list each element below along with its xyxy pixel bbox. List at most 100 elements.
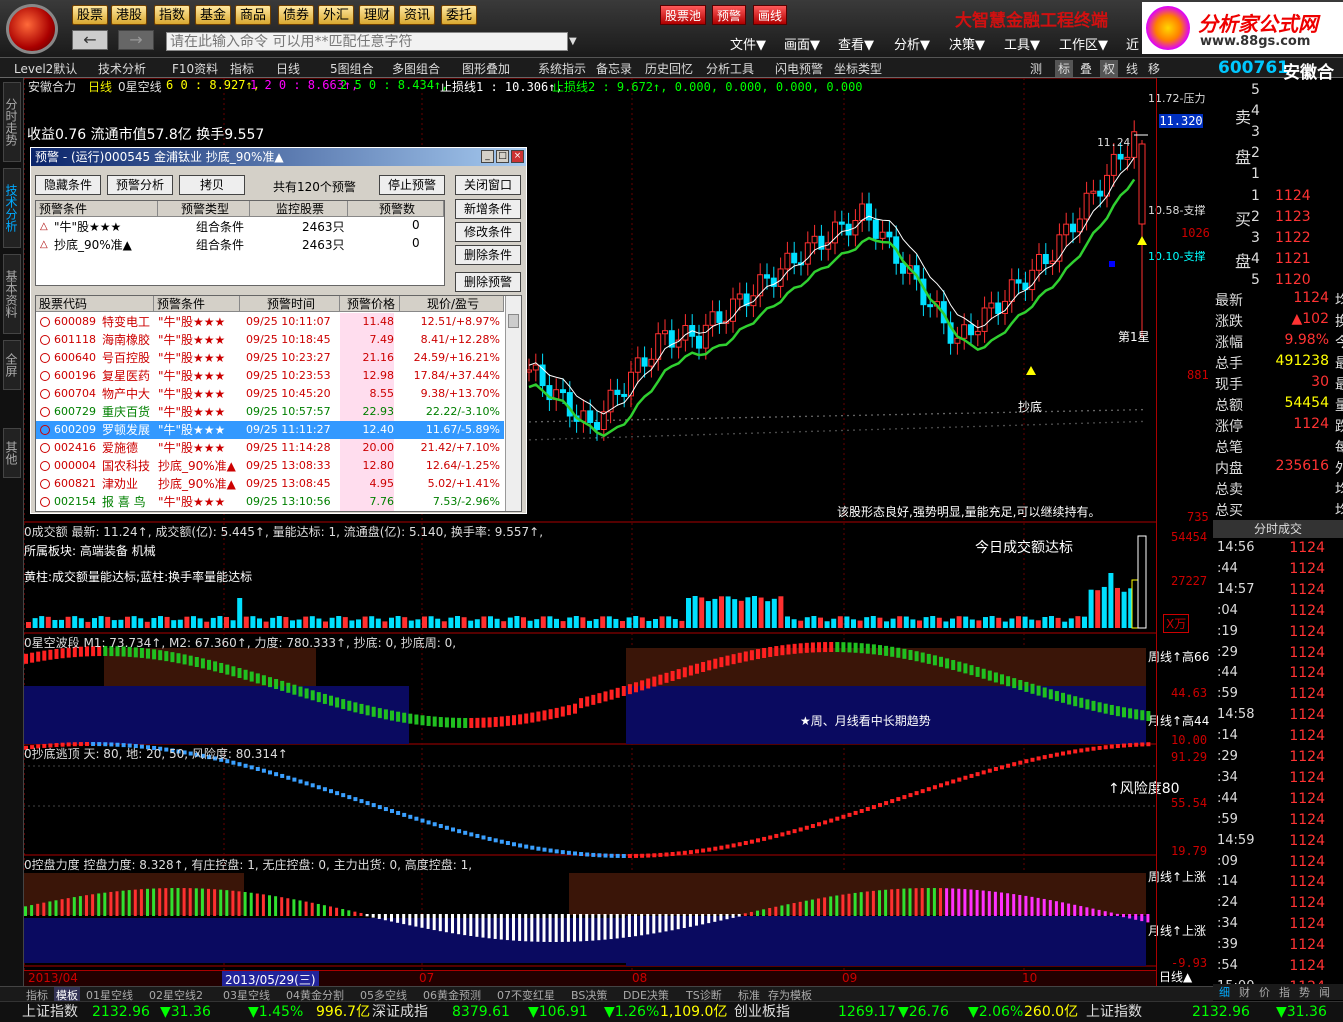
copy-button[interactable]: 拷贝 [179, 175, 245, 195]
toolbar-right[interactable]: 权 [1100, 60, 1119, 77]
tab-fundamentals[interactable]: 基本资料 [3, 254, 21, 334]
toolbar-flash[interactable]: 闪电预警 [775, 60, 823, 77]
forward-button[interactable]: → [118, 30, 154, 50]
alert-analysis-button[interactable]: 预警分析 [107, 175, 173, 195]
col-header[interactable]: 现价/盈亏 [400, 296, 504, 312]
tab-finance[interactable]: 财 [1239, 984, 1250, 1000]
col-header[interactable]: 预警数 [348, 201, 444, 217]
toolbar-stack[interactable]: 叠 [1080, 60, 1092, 77]
back-button[interactable]: ← [72, 30, 108, 50]
table-row[interactable]: 600704 物产中大 "牛"股★★★ 09/25 10:45:20 8.55 9.38/… [36, 385, 504, 403]
table-row[interactable]: 600196 复星医药 "牛"股★★★ 09/25 10:23:53 12.98 17.8… [36, 367, 504, 385]
toolbar-tools[interactable]: 分析工具 [706, 60, 754, 77]
tab-other[interactable]: 其他 [3, 428, 21, 478]
col-header[interactable]: 预警类型 [158, 201, 250, 217]
menu-recent[interactable]: 近 [1126, 34, 1139, 53]
alert-list[interactable]: 股票代码 预警条件 预警时间 预警价格 现价/盈亏 600089 特变电工 "牛"股… [35, 295, 522, 512]
menu-file[interactable]: 文件▼ [730, 34, 766, 53]
tab-technical[interactable]: 技术分析 [3, 168, 21, 248]
tab-price[interactable]: 价 [1259, 984, 1270, 1000]
table-row[interactable]: 002154 报 喜 鸟 "牛"股★★★ 09/25 13:10:56 7.76 7.53… [36, 493, 504, 511]
cy-index-name[interactable]: 创业板指 [734, 1002, 790, 1022]
app-logo[interactable] [6, 4, 58, 54]
stop-alert-button[interactable]: 停止预警 [379, 175, 445, 195]
delete-condition-button[interactable]: 删除条件 [455, 245, 521, 265]
menu-workspace[interactable]: 工作区▼ [1059, 34, 1108, 53]
table-row[interactable]: 000004 国农科技 抄底_90%准▲ 09/25 13:08:33 12.80 12.… [36, 457, 504, 475]
sz-index-name[interactable]: 深证成指 [372, 1002, 428, 1022]
toolbar-line[interactable]: 线 [1126, 60, 1138, 77]
col-header[interactable]: 预警条件 [154, 296, 240, 312]
toolbar-move[interactable]: 移 [1148, 60, 1160, 77]
col-header[interactable]: 预警时间 [240, 296, 340, 312]
table-row[interactable]: 002416 爱施德 "牛"股★★★ 09/25 11:14:28 20.00 21.42… [36, 439, 504, 457]
toolbar-history[interactable]: 历史回忆 [645, 60, 693, 77]
toolbar-5chart[interactable]: 5图组合 [330, 60, 374, 77]
table-row[interactable]: 601118 海南橡胶 "牛"股★★★ 09/25 10:18:45 7.49 8.41/… [36, 331, 504, 349]
minimize-icon[interactable]: _ [481, 150, 494, 163]
cycle-selector[interactable]: 日线▲ [1159, 968, 1192, 985]
alert-button[interactable]: 预警 [712, 5, 747, 25]
close-window-button[interactable]: 关闭窗口 [455, 175, 521, 195]
toolbar-multichart[interactable]: 多图组合 [392, 60, 440, 77]
nav-fund[interactable]: 基金 [195, 5, 232, 25]
condition-list[interactable]: 预警条件 预警类型 监控股票 预警数 △ "牛"股★★★ 组合条件 2463只 0 △ 抄底… [35, 200, 445, 286]
menu-view[interactable]: 画面▼ [784, 34, 820, 53]
hide-conditions-button[interactable]: 隐藏条件 [35, 175, 101, 195]
command-dropdown-icon[interactable]: ▼ [569, 32, 581, 51]
add-condition-button[interactable]: 新增条件 [455, 199, 521, 219]
col-header[interactable]: 监控股票 [250, 201, 348, 217]
command-input[interactable]: 请在此输入命令 可以用**匹配任意字符 [166, 32, 568, 51]
menu-tools[interactable]: 工具▼ [1004, 34, 1040, 53]
edit-condition-button[interactable]: 修改条件 [455, 222, 521, 242]
scrollbar[interactable] [505, 296, 521, 511]
toolbar-memo[interactable]: 备忘录 [596, 60, 632, 77]
toolbar-overlay[interactable]: 图形叠加 [462, 60, 510, 77]
delete-alert-button[interactable]: 删除预警 [455, 272, 521, 292]
tab-news[interactable]: 闻 [1319, 984, 1330, 1000]
nav-hk[interactable]: 港股 [111, 5, 148, 25]
col-header[interactable]: 预警条件 [36, 201, 158, 217]
tab-trend[interactable]: 势 [1299, 984, 1310, 1000]
toolbar-daily[interactable]: 日线 [276, 60, 300, 77]
nav-commodity[interactable]: 商品 [235, 5, 272, 25]
col-header[interactable]: 预警价格 [340, 296, 400, 312]
tab-fullscreen[interactable]: 全屏 [3, 340, 21, 390]
menu-decision[interactable]: 决策▼ [949, 34, 985, 53]
nav-news[interactable]: 资讯 [399, 5, 436, 25]
table-row[interactable]: 600821 津劝业 抄底_90%准▲ 09/25 13:08:45 4.95 5.02/… [36, 475, 504, 493]
toolbar-measure[interactable]: 测 [1030, 60, 1042, 77]
toolbar-tech[interactable]: 技术分析 [98, 60, 146, 77]
nav-index[interactable]: 指数 [154, 5, 191, 25]
condition-name[interactable]: 抄底_90%准▲ [54, 236, 132, 253]
tab-index[interactable]: 指 [1279, 984, 1290, 1000]
nav-trade[interactable]: 委托 [441, 5, 478, 25]
table-row[interactable]: 600640 号百控股 "牛"股★★★ 09/25 10:23:27 21.16 24.5… [36, 349, 504, 367]
tab-detail[interactable]: 细 [1219, 984, 1230, 1000]
table-row[interactable]: 600209 罗顿发展 "牛"股★★★ 09/25 11:11:27 12.40 11.6… [36, 421, 504, 439]
nav-stock[interactable]: 股票 [72, 5, 109, 25]
toolbar-system[interactable]: 系统指示 [538, 60, 586, 77]
nav-bond[interactable]: 债券 [278, 5, 315, 25]
maximize-icon[interactable]: □ [496, 150, 509, 163]
table-row[interactable]: 600089 特变电工 "牛"股★★★ 09/25 10:11:07 11.48 12.5… [36, 313, 504, 331]
condition-name[interactable]: "牛"股★★★ [54, 218, 121, 235]
table-row[interactable]: 600729 重庆百货 "牛"股★★★ 09/25 10:57:57 22.93 22.2… [36, 403, 504, 421]
nav-finance[interactable]: 理财 [359, 5, 396, 25]
tab-intraday[interactable]: 分时走势 [3, 82, 21, 162]
close-icon[interactable]: × [511, 150, 524, 163]
sh-index-name[interactable]: 上证指数 [22, 1002, 78, 1022]
draw-line-button[interactable]: 画线 [753, 5, 788, 25]
toolbar-f10[interactable]: F10资料 [172, 60, 218, 77]
toolbar-coords[interactable]: 坐标类型 [834, 60, 882, 77]
toolbar-indicator[interactable]: 指标 [230, 60, 254, 77]
toolbar-mark[interactable]: 标 [1055, 60, 1074, 77]
sh2-index-name[interactable]: 上证指数 [1086, 1002, 1142, 1022]
scroll-thumb[interactable] [508, 314, 519, 328]
menu-look[interactable]: 查看▼ [838, 34, 874, 53]
col-header[interactable]: 股票代码 [36, 296, 154, 312]
nav-forex[interactable]: 外汇 [318, 5, 355, 25]
menu-analysis[interactable]: 分析▼ [894, 34, 930, 53]
toolbar-level2[interactable]: Level2默认 [14, 60, 77, 77]
stock-pool-button[interactable]: 股票池 [660, 5, 707, 25]
